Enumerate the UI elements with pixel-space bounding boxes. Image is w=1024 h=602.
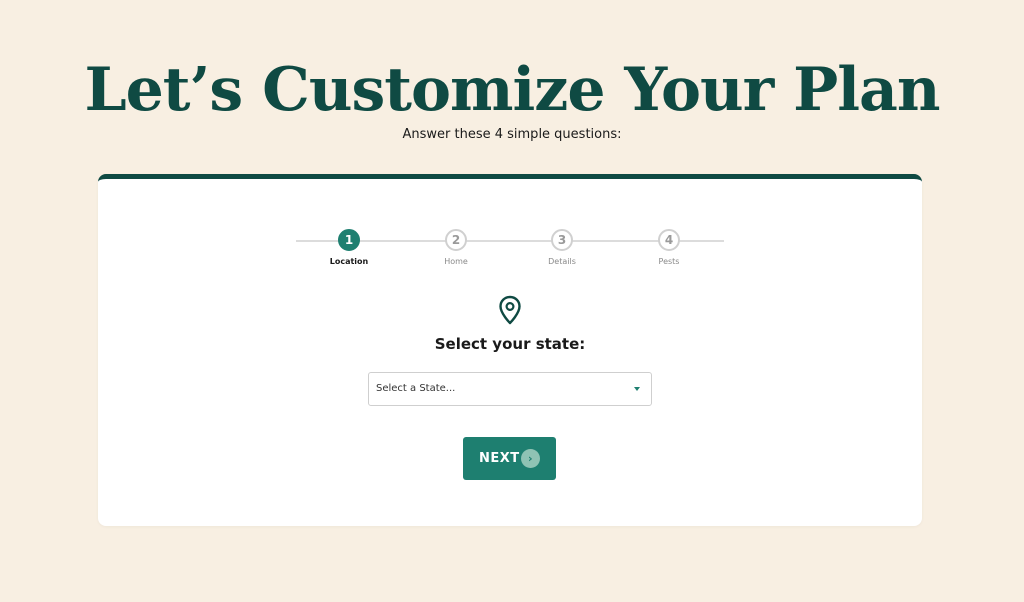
step-pests[interactable]: 4 Pests [629,229,709,266]
step-label: Home [444,257,468,266]
step-label: Pests [658,257,680,266]
chevron-right-icon: › [521,449,540,468]
step-number: 4 [658,229,680,251]
step-details[interactable]: 3 Details [522,229,602,266]
page: Let’s Customize Your Plan Answer these 4… [0,0,1024,602]
state-select-value: Select a State... [376,383,456,394]
step-number: 2 [445,229,467,251]
progress-stepper: 1 Location 2 Home 3 Details 4 Pests [296,227,724,277]
question-heading: Select your state: [434,335,586,353]
step-number: 3 [551,229,573,251]
step-label: Details [548,257,576,266]
step-number: 1 [338,229,360,251]
state-select[interactable]: Select a State... [368,372,652,406]
questionnaire-card: 1 Location 2 Home 3 Details 4 Pests Sele… [98,174,922,526]
page-subtitle: Answer these 4 simple questions: [402,127,622,142]
page-title: Let’s Customize Your Plan [84,55,940,125]
map-pin-icon [499,295,521,325]
step-label: Location [329,257,369,266]
caret-down-icon [634,387,640,391]
step-location[interactable]: 1 Location [309,229,389,266]
next-button-label: NEXT [479,451,520,466]
step-home[interactable]: 2 Home [416,229,496,266]
next-button[interactable]: NEXT › [463,437,556,480]
